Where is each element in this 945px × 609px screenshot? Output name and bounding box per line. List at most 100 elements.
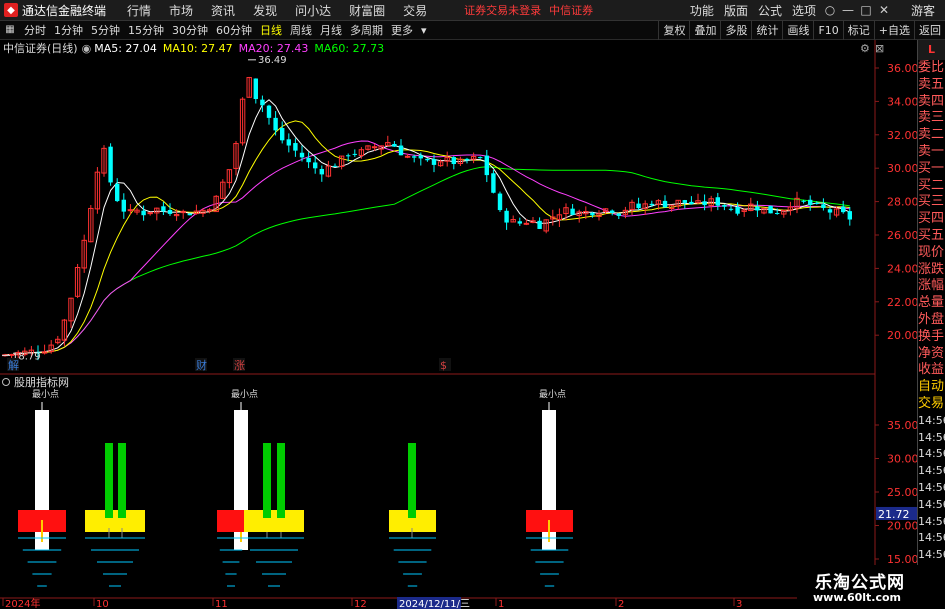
- candle-body: [121, 199, 126, 212]
- candle-body: [253, 78, 258, 100]
- f10-button[interactable]: F10: [813, 20, 842, 40]
- event-marker: 解: [8, 358, 19, 372]
- broker-name[interactable]: 中信证券: [549, 2, 593, 18]
- menu-gongshi[interactable]: 公式: [753, 2, 787, 19]
- candle-body: [504, 210, 509, 223]
- message-icon[interactable]: ○: [821, 3, 839, 17]
- period-fenshi[interactable]: 分时: [20, 22, 50, 38]
- candle-body: [398, 145, 404, 156]
- candle-body: [371, 146, 378, 149]
- period-toolbar: ▦ 分时 1分钟 5分钟 15分钟 30分钟 60分钟 日线 周线 月线 多周期…: [0, 20, 945, 40]
- back-button[interactable]: 返回: [914, 20, 945, 40]
- menu-zixun[interactable]: 资讯: [202, 2, 244, 19]
- grid-icon[interactable]: ▦: [4, 24, 16, 36]
- period-15min[interactable]: 15分钟: [124, 22, 168, 38]
- menu-wenxiaoda[interactable]: 问小达: [286, 2, 340, 19]
- candle-body: [313, 162, 318, 169]
- watermark-title: 乐淘公式网: [815, 573, 905, 593]
- tongji-button[interactable]: 统计: [751, 20, 782, 40]
- candle-body: [728, 208, 734, 210]
- period-60min[interactable]: 60分钟: [212, 22, 256, 38]
- close-icon[interactable]: ✕: [875, 3, 893, 17]
- period-monthly[interactable]: 月线: [316, 22, 346, 38]
- period-daily[interactable]: 日线: [256, 22, 286, 38]
- panel-label: 自动: [918, 379, 945, 395]
- app-logo-icon: ◆: [4, 3, 18, 17]
- menu-shichang[interactable]: 市场: [160, 2, 202, 19]
- tick-time: 14:56: [918, 413, 945, 427]
- menu-xuanxiang[interactable]: 选项: [787, 2, 821, 19]
- panel-label: 卖二: [918, 127, 945, 143]
- candle-body: [827, 209, 833, 213]
- high-price-label: 36.49: [258, 55, 287, 66]
- menu-jiaoyi[interactable]: 交易: [394, 2, 436, 19]
- candle-body: [108, 146, 113, 183]
- candle-body: [141, 210, 146, 216]
- period-30min[interactable]: 30分钟: [168, 22, 212, 38]
- menu-caifuquan[interactable]: 财富圈: [340, 2, 394, 19]
- date-label: 2: [618, 599, 624, 609]
- login-status[interactable]: 证券交易未登录: [464, 2, 541, 18]
- signal-green-bar: [277, 443, 285, 518]
- biaoji-button[interactable]: 标记: [842, 20, 874, 40]
- candle-body: [161, 206, 166, 212]
- period-1min[interactable]: 1分钟: [50, 22, 87, 38]
- menu-banmian[interactable]: 版面: [719, 2, 753, 19]
- date-label: 1: [498, 599, 504, 609]
- period-5min[interactable]: 5分钟: [87, 22, 124, 38]
- panel-label: 卖一: [918, 143, 945, 159]
- current-value: 21.72: [878, 508, 910, 521]
- signal-red-block: [217, 510, 245, 532]
- menu-bar: ◆ 通达信金融终端 行情 市场 资讯 发现 问小达 财富圈 交易 证券交易未登录…: [0, 0, 945, 21]
- date-label: 2024年: [5, 597, 40, 609]
- diejia-button[interactable]: 叠加: [689, 20, 720, 40]
- signal-label: 最小点: [32, 389, 59, 400]
- price-tick-label: 24.00: [887, 262, 917, 275]
- candle-body: [616, 213, 621, 216]
- price-tick-label: 22.00: [887, 296, 917, 309]
- candle-body: [464, 158, 470, 161]
- panel-label: 涨跌: [918, 261, 945, 277]
- date-cursor-label: 2024/12/11/三: [399, 599, 470, 609]
- menu-gongneng[interactable]: 功能: [685, 2, 719, 19]
- tick-time: 14:56: [918, 464, 945, 478]
- candle-body: [404, 155, 411, 158]
- period-weekly[interactable]: 周线: [286, 22, 316, 38]
- panel-label: 买五: [918, 227, 945, 243]
- guest-label[interactable]: 游客: [911, 2, 935, 19]
- candle-body: [491, 173, 496, 193]
- candle-body: [523, 222, 530, 225]
- signal-yellow-block: [244, 510, 304, 532]
- tick-time: 14:56: [918, 531, 945, 545]
- signal-label: 最小点: [231, 389, 258, 400]
- more-chevron-icon[interactable]: ▾: [417, 24, 431, 37]
- menu-faxian[interactable]: 发现: [244, 2, 286, 19]
- period-more[interactable]: 更多: [387, 22, 417, 38]
- candle-body: [662, 200, 668, 208]
- candle-body: [418, 155, 423, 159]
- menu-hangqing[interactable]: 行情: [118, 2, 160, 19]
- candle-body: [537, 220, 542, 229]
- signal-green-bar: [118, 443, 126, 518]
- duogu-button[interactable]: 多股: [720, 20, 751, 40]
- add-watchlist-button[interactable]: +自选: [873, 20, 914, 40]
- candle-body: [590, 212, 595, 216]
- panel-toggle[interactable]: L: [918, 40, 945, 60]
- panel-label: 净资: [918, 345, 945, 361]
- candle-body: [689, 201, 694, 205]
- price-tick-label: 36.00: [887, 62, 917, 75]
- date-label: 3: [736, 599, 742, 609]
- ma20-line: [4, 140, 850, 356]
- maximize-icon[interactable]: □: [857, 3, 875, 17]
- fuquan-button[interactable]: 复权: [658, 20, 689, 40]
- period-multi[interactable]: 多周期: [346, 22, 387, 38]
- candle-body: [841, 206, 846, 213]
- kline-chart[interactable]: 36.00 34.00 32.00 30.00 28.00 26.00 24.00 22.00…: [0, 40, 917, 609]
- minimize-icon[interactable]: —: [839, 3, 857, 17]
- candle-body: [451, 157, 456, 165]
- price-tick-label: 34.00: [887, 95, 917, 108]
- candle-body: [280, 128, 285, 141]
- candle-body: [352, 153, 357, 155]
- huaxian-button[interactable]: 画线: [782, 20, 813, 40]
- candle-body: [187, 213, 192, 216]
